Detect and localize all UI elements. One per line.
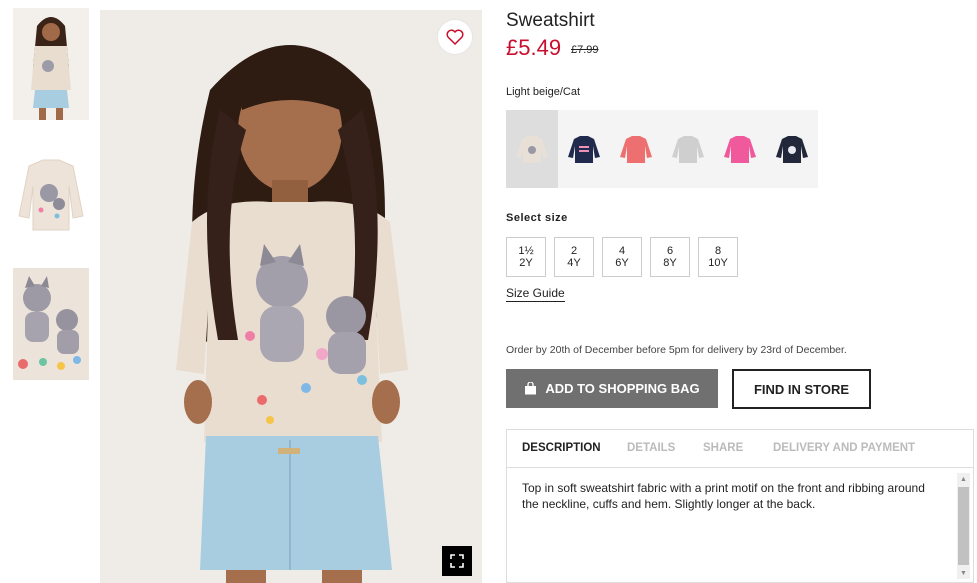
product-price: £5.49	[506, 35, 562, 60]
sweatshirt-icon	[516, 136, 548, 163]
color-swatch-list	[506, 110, 818, 188]
product-title: Sweatshirt	[506, 10, 595, 31]
size-age: 2	[570, 245, 578, 257]
original-price: £7.99	[571, 44, 599, 56]
sweatshirt-icon	[776, 136, 808, 163]
sweatshirt-icon	[672, 136, 704, 163]
sweatshirt-icon	[724, 136, 756, 163]
tab-share[interactable]: SHARE	[703, 442, 743, 454]
size-years: 6Y	[615, 257, 629, 269]
thumbnail-model-image	[13, 8, 89, 120]
product-info-tabs: DESCRIPTION DETAILS SHARE DELIVERY AND P…	[506, 429, 974, 583]
description-text: Top in soft sweatshirt fabric with a pri…	[522, 481, 925, 511]
favourite-button[interactable]	[437, 19, 473, 55]
thumbnail-model-front[interactable]	[13, 8, 89, 120]
add-to-bag-button[interactable]: ADD TO SHOPPING BAG	[506, 369, 718, 408]
size-option-8y[interactable]: 6 8Y	[650, 237, 690, 277]
size-age: 1½	[518, 245, 534, 257]
thumbnail-detail-image	[13, 268, 89, 380]
size-option-4y[interactable]: 2 4Y	[554, 237, 594, 277]
tab-bar: DESCRIPTION DETAILS SHARE DELIVERY AND P…	[507, 430, 973, 468]
size-age: 8	[714, 245, 722, 257]
size-age: 4	[618, 245, 626, 257]
heart-icon	[446, 29, 464, 45]
tab-description[interactable]: DESCRIPTION	[522, 442, 601, 454]
thumbnail-sweatshirt-image	[13, 138, 89, 250]
find-in-store-button[interactable]: FIND IN STORE	[732, 369, 871, 409]
scrollbar-thumb[interactable]	[958, 487, 969, 565]
size-option-10y[interactable]: 8 10Y	[698, 237, 738, 277]
model-photo	[100, 10, 482, 583]
main-product-image	[100, 10, 482, 583]
swatch-navy-happy-cat[interactable]	[558, 110, 610, 188]
shopping-bag-icon	[525, 382, 537, 395]
description-scrollbar[interactable]: ▲ ▼	[957, 473, 970, 579]
selected-color-name: Light beige/Cat	[506, 86, 580, 98]
swatch-pink[interactable]	[714, 110, 766, 188]
swatch-grey-marl[interactable]	[662, 110, 714, 188]
size-option-2y[interactable]: 1½ 2Y	[506, 237, 546, 277]
delivery-note: Order by 20th of December before 5pm for…	[506, 344, 847, 356]
size-option-6y[interactable]: 4 6Y	[602, 237, 642, 277]
size-years: 4Y	[567, 257, 581, 269]
thumbnail-list	[13, 8, 89, 398]
size-years: 10Y	[708, 257, 728, 269]
scroll-up-arrow-icon[interactable]: ▲	[957, 473, 970, 485]
add-to-bag-label: ADD TO SHOPPING BAG	[545, 381, 700, 396]
size-years: 8Y	[663, 257, 677, 269]
size-options: 1½ 2Y 2 4Y 4 6Y 6 8Y 8 10Y	[506, 237, 746, 277]
tab-delivery-and-payment[interactable]: DELIVERY AND PAYMENT	[773, 442, 915, 454]
size-years: 2Y	[519, 257, 533, 269]
swatch-coral[interactable]	[610, 110, 662, 188]
size-age: 6	[666, 245, 674, 257]
thumbnail-flat-lay[interactable]	[13, 138, 89, 250]
find-in-store-label: FIND IN STORE	[753, 381, 850, 397]
tab-details[interactable]: DETAILS	[627, 442, 675, 454]
scroll-down-arrow-icon[interactable]: ▼	[957, 567, 970, 579]
thumbnail-print-closeup[interactable]	[13, 268, 89, 380]
fullscreen-button[interactable]	[442, 546, 472, 576]
size-guide-link[interactable]: Size Guide	[506, 286, 565, 302]
swatch-dark-navy-print[interactable]	[766, 110, 818, 188]
sweatshirt-icon	[620, 136, 652, 163]
expand-icon	[450, 554, 464, 568]
sweatshirt-icon	[568, 136, 600, 163]
select-size-label: Select size	[506, 212, 568, 224]
swatch-light-beige-cat[interactable]	[506, 110, 558, 188]
